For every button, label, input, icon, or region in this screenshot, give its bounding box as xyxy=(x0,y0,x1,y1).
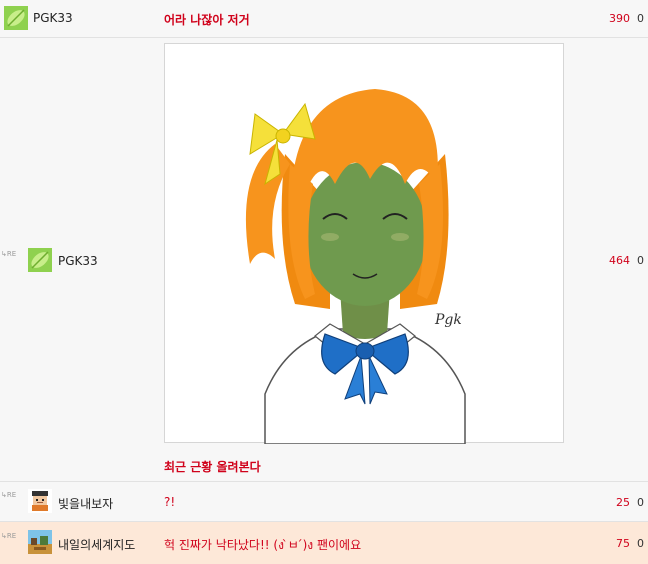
green-leaf-icon xyxy=(28,248,52,272)
vote-count: 0 xyxy=(637,537,644,550)
view-count: 25 xyxy=(616,496,630,509)
post-row[interactable]: ↳RE PGK33 Pgk 최근 근황 올려본다 464 0 xyxy=(0,38,648,482)
anime-girl-drawing: Pgk xyxy=(245,89,466,444)
post-nickname[interactable]: PGK33 xyxy=(33,11,73,25)
view-count: 464 xyxy=(609,254,630,267)
post-title[interactable]: ?! xyxy=(164,495,175,509)
reply-marker: ↳RE xyxy=(1,532,17,540)
reply-marker: ↳RE xyxy=(1,491,17,499)
post-title[interactable]: 헉 진짜가 낙타났다!! (ง ̀ㅂ ́)ง 팬이에요 xyxy=(164,536,361,555)
green-leaf-icon xyxy=(4,6,28,30)
image-signature: Pgk xyxy=(434,312,462,328)
post-title[interactable]: 최근 근황 올려본다 xyxy=(164,458,261,475)
post-row[interactable]: PGK33 어라 나잖아 저거 390 0 xyxy=(0,0,648,38)
post-image[interactable]: Pgk xyxy=(164,43,564,444)
vote-count: 0 xyxy=(637,12,644,25)
view-count: 75 xyxy=(616,537,630,550)
post-row[interactable]: ↳RE 내일의세계지도 헉 진짜가 낙타났다!! (ง ̀ㅂ ́)ง 팬이에요 … xyxy=(0,522,648,564)
vote-count: 0 xyxy=(637,496,644,509)
post-nickname[interactable]: PGK33 xyxy=(58,254,98,268)
post-nickname[interactable]: 빛을내보자 xyxy=(58,495,113,512)
pixel-character-icon xyxy=(28,489,52,513)
reply-marker: ↳RE xyxy=(1,250,17,258)
pixel-landscape-icon xyxy=(28,530,52,554)
post-row[interactable]: ↳RE 빛을내보자 ?! 25 0 xyxy=(0,482,648,522)
view-count: 390 xyxy=(609,12,630,25)
vote-count: 0 xyxy=(637,254,644,267)
post-nickname[interactable]: 내일의세계지도 xyxy=(58,536,135,553)
post-title[interactable]: 어라 나잖아 저거 xyxy=(164,11,250,28)
